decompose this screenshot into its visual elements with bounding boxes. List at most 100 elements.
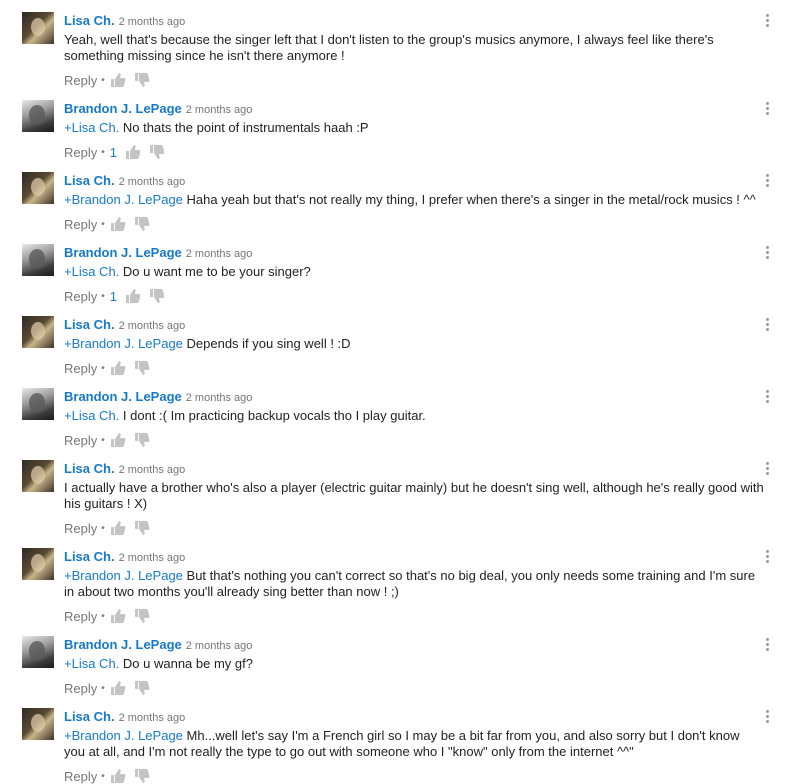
mention-link[interactable]: +Lisa Ch. [64, 120, 119, 135]
thumbs-down-icon[interactable] [134, 360, 150, 376]
timestamp[interactable]: 2 months ago [186, 392, 253, 404]
more-options-icon[interactable] [764, 12, 772, 30]
comment-header: Lisa Ch. 2 months ago [64, 172, 185, 190]
author-name[interactable]: Lisa Ch. [64, 173, 115, 188]
thumbs-down-icon[interactable] [134, 608, 150, 624]
thumbs-up-icon[interactable] [110, 520, 126, 536]
thumbs-down-icon[interactable] [134, 768, 150, 784]
mention-link[interactable]: +Brandon J. LePage [64, 728, 183, 743]
more-options-icon[interactable] [764, 244, 772, 262]
timestamp[interactable]: 2 months ago [186, 640, 253, 652]
mention-link[interactable]: +Lisa Ch. [64, 408, 119, 423]
reply-button[interactable]: Reply [64, 145, 97, 160]
comment-text: I actually have a brother who's also a p… [64, 480, 764, 512]
reply-button[interactable]: Reply [64, 73, 97, 88]
comment-text: +Brandon J. LePage Haha yeah but that's … [64, 192, 764, 208]
author-name[interactable]: Lisa Ch. [64, 549, 115, 564]
more-options-icon[interactable] [764, 460, 772, 478]
author-name[interactable]: Brandon J. LePage [64, 637, 182, 652]
timestamp[interactable]: 2 months ago [119, 320, 186, 332]
timestamp[interactable]: 2 months ago [119, 712, 186, 724]
reply-button[interactable]: Reply [64, 361, 97, 376]
thumbs-down-icon[interactable] [149, 288, 165, 304]
avatar[interactable] [22, 100, 54, 132]
timestamp[interactable]: 2 months ago [119, 552, 186, 564]
reply-button[interactable]: Reply [64, 521, 97, 536]
comment-actions: Reply • [64, 360, 158, 376]
timestamp[interactable]: 2 months ago [186, 104, 253, 116]
more-options-icon[interactable] [764, 172, 772, 190]
comment-header: Lisa Ch. 2 months ago [64, 12, 185, 30]
thumbs-down-icon[interactable] [134, 432, 150, 448]
comment-body: Do u wanna be my gf? [119, 656, 253, 671]
thumbs-up-icon[interactable] [110, 72, 126, 88]
reply-button[interactable]: Reply [64, 609, 97, 624]
timestamp[interactable]: 2 months ago [186, 248, 253, 260]
avatar[interactable] [22, 460, 54, 492]
more-options-icon[interactable] [764, 316, 772, 334]
more-options-icon[interactable] [764, 388, 772, 406]
author-name[interactable]: Brandon J. LePage [64, 101, 182, 116]
author-name[interactable]: Brandon J. LePage [64, 389, 182, 404]
avatar[interactable] [22, 172, 54, 204]
thumbs-up-icon[interactable] [125, 144, 141, 160]
timestamp[interactable]: 2 months ago [119, 464, 186, 476]
comment-body: Haha yeah but that's not really my thing… [182, 192, 756, 207]
avatar[interactable] [22, 388, 54, 420]
separator-dot: • [101, 610, 105, 622]
comment-text: +Brandon J. LePage Mh...well let's say I… [64, 728, 764, 760]
author-name[interactable]: Lisa Ch. [64, 317, 115, 332]
reply-button[interactable]: Reply [64, 217, 97, 232]
reply-button[interactable]: Reply [64, 769, 97, 784]
more-options-icon[interactable] [764, 548, 772, 566]
comment-body: Yeah, well that's because the singer lef… [64, 32, 714, 63]
thumbs-up-icon[interactable] [125, 288, 141, 304]
separator-dot: • [101, 522, 105, 534]
comment-actions: Reply • [64, 432, 158, 448]
avatar[interactable] [22, 708, 54, 740]
thumbs-up-icon[interactable] [110, 768, 126, 784]
comment-text: +Lisa Ch. Do u wanna be my gf? [64, 656, 764, 672]
mention-link[interactable]: +Lisa Ch. [64, 656, 119, 671]
author-name[interactable]: Lisa Ch. [64, 13, 115, 28]
more-options-icon[interactable] [764, 100, 772, 118]
thumbs-up-icon[interactable] [110, 360, 126, 376]
author-name[interactable]: Lisa Ch. [64, 709, 115, 724]
thumbs-down-icon[interactable] [134, 520, 150, 536]
reply-button[interactable]: Reply [64, 289, 97, 304]
thumbs-up-icon[interactable] [110, 432, 126, 448]
comment-header: Lisa Ch. 2 months ago [64, 460, 185, 478]
thumbs-down-icon[interactable] [149, 144, 165, 160]
avatar[interactable] [22, 316, 54, 348]
author-name[interactable]: Brandon J. LePage [64, 245, 182, 260]
more-options-icon[interactable] [764, 708, 772, 726]
separator-dot: • [101, 770, 105, 782]
avatar[interactable] [22, 244, 54, 276]
author-name[interactable]: Lisa Ch. [64, 461, 115, 476]
thumbs-down-icon[interactable] [134, 216, 150, 232]
more-options-icon[interactable] [764, 636, 772, 654]
comment-actions: Reply • [64, 72, 158, 88]
comment-actions: Reply • 1 [64, 144, 173, 160]
comment-actions: Reply • [64, 520, 158, 536]
avatar[interactable] [22, 548, 54, 580]
reply-button[interactable]: Reply [64, 681, 97, 696]
thumbs-down-icon[interactable] [134, 72, 150, 88]
avatar[interactable] [22, 636, 54, 668]
thumbs-up-icon[interactable] [110, 216, 126, 232]
mention-link[interactable]: +Brandon J. LePage [64, 568, 183, 583]
reply-button[interactable]: Reply [64, 433, 97, 448]
separator-dot: • [101, 362, 105, 374]
comment-actions: Reply • [64, 608, 158, 624]
mention-link[interactable]: +Brandon J. LePage [64, 192, 183, 207]
thumbs-up-icon[interactable] [110, 608, 126, 624]
thumbs-down-icon[interactable] [134, 680, 150, 696]
timestamp[interactable]: 2 months ago [119, 16, 186, 28]
avatar[interactable] [22, 12, 54, 44]
comment-text: Yeah, well that's because the singer lef… [64, 32, 764, 64]
timestamp[interactable]: 2 months ago [119, 176, 186, 188]
thumbs-up-icon[interactable] [110, 680, 126, 696]
mention-link[interactable]: +Lisa Ch. [64, 264, 119, 279]
mention-link[interactable]: +Brandon J. LePage [64, 336, 183, 351]
like-count: 1 [109, 288, 117, 304]
